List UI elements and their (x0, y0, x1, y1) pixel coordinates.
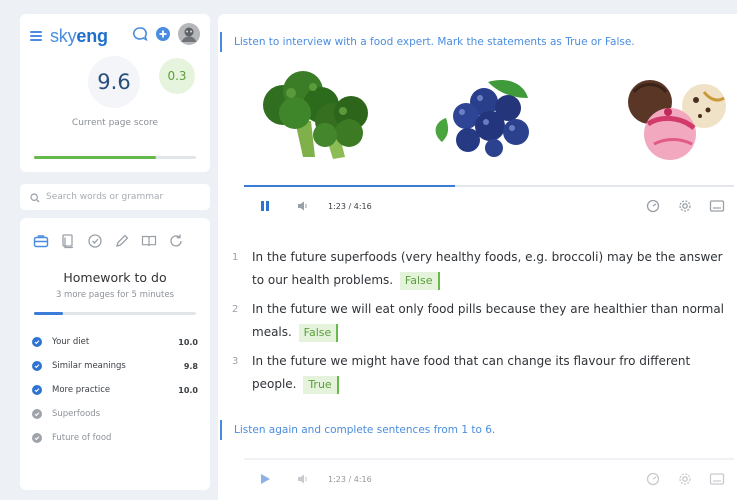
exercise-panel: Listen to interview with a food expert. … (218, 14, 737, 500)
statement-item: 1 In the future superfoods (very healthy… (232, 246, 732, 292)
score-delta-badge: 0.3 (159, 58, 195, 94)
lesson-score: 9.8 (183, 361, 198, 371)
homework-subtitle: 3 more pages for 5 minutes (55, 290, 175, 300)
check-icon (32, 433, 42, 443)
answer-field[interactable]: False (298, 324, 339, 342)
chat-icon[interactable] (132, 26, 148, 46)
lesson-item[interactable]: Your diet 10.0 (32, 330, 198, 354)
pause-icon[interactable] (254, 195, 276, 217)
homework-card: Homework to do 3 more pages for 5 minute… (20, 218, 210, 490)
lesson-name: More practice (52, 385, 111, 395)
homework-progress-fill (34, 312, 64, 315)
audio-player-1: 1:23 / 4:16 (244, 185, 734, 225)
avatar[interactable] (178, 23, 200, 49)
book-icon[interactable] (140, 232, 158, 250)
pencil-icon[interactable] (113, 232, 131, 250)
search-box (20, 184, 210, 210)
score-label: Current page score (71, 118, 159, 128)
lesson-name: Superfoods (52, 409, 101, 419)
instruction-1-text: Listen to interview with a food expert. … (234, 36, 635, 48)
check-icon (32, 361, 42, 371)
add-icon[interactable] (155, 26, 171, 46)
search-input[interactable] (46, 192, 196, 202)
instruction-2-text: Listen again and complete sentences from… (234, 424, 496, 436)
gear-icon[interactable] (674, 195, 696, 217)
speed-icon[interactable] (642, 468, 664, 490)
refresh-icon[interactable] (167, 232, 185, 250)
lesson-name: Future of food (52, 433, 112, 443)
statement-number: 2 (232, 304, 239, 315)
score-delta-value: 0.3 (167, 69, 187, 83)
statement-text: In the future superfoods (very healthy f… (252, 250, 723, 287)
statement-item: 3 In the future we might have food that … (232, 350, 732, 396)
lesson-list: Your diet 10.0 Similar meanings 9.8 More… (20, 330, 210, 450)
score-card: skyeng 9.6 0.3 Current page score (20, 14, 210, 172)
brand-part2: eng (76, 25, 108, 46)
instruction-2: Listen again and complete sentences from… (220, 420, 495, 440)
lesson-item[interactable]: Future of food (32, 426, 198, 450)
check-icon (32, 409, 42, 419)
statement-list: 1 In the future superfoods (very healthy… (232, 246, 732, 402)
lesson-name: Similar meanings (52, 361, 126, 371)
brand-logo[interactable]: skyeng (50, 26, 108, 47)
score-progress-fill (34, 156, 156, 159)
check-icon (32, 337, 42, 347)
homework-toolbar (20, 218, 210, 256)
lesson-item[interactable]: More practice 10.0 (32, 378, 198, 402)
score-progress (34, 156, 196, 159)
statement-number: 1 (232, 252, 239, 263)
pages-icon[interactable] (59, 232, 77, 250)
gear-icon[interactable] (674, 468, 696, 490)
answer-field[interactable]: False (399, 272, 440, 290)
check-icon (32, 385, 42, 395)
brand-row: skyeng (20, 14, 210, 48)
volume-icon[interactable] (292, 468, 314, 490)
audio-progress-1[interactable] (244, 185, 455, 187)
page-score: 9.6 (88, 56, 140, 108)
blueberries-image (428, 76, 548, 162)
lesson-item[interactable]: Similar meanings 9.8 (32, 354, 198, 378)
lesson-name: Your diet (52, 337, 90, 347)
answer-field[interactable]: True (303, 376, 339, 394)
volume-icon[interactable] (292, 195, 314, 217)
homework-title: Homework to do (63, 270, 167, 285)
badge-icon[interactable] (86, 232, 104, 250)
brand-part1: sky (50, 25, 77, 46)
speed-icon[interactable] (642, 195, 664, 217)
subtitles-icon[interactable] (706, 195, 728, 217)
menu-icon[interactable] (30, 31, 44, 41)
audio-time-2: 1:23 / 4:16 (328, 474, 372, 484)
subtitles-icon[interactable] (706, 468, 728, 490)
lesson-item[interactable]: Superfoods (32, 402, 198, 426)
audio-time-1: 1:23 / 4:16 (328, 201, 372, 211)
broccoli-image (253, 69, 373, 165)
play-icon[interactable] (254, 468, 276, 490)
instruction-1: Listen to interview with a food expert. … (220, 32, 635, 52)
briefcase-icon[interactable] (32, 232, 50, 250)
score-area: 9.6 0.3 Current page score (20, 48, 210, 140)
statement-number: 3 (232, 356, 239, 367)
lesson-score: 10.0 (178, 385, 198, 395)
homework-progress (34, 312, 196, 315)
search-icon (30, 188, 40, 207)
audio-player-2: 1:23 / 4:16 (244, 458, 734, 498)
lesson-score: 10.0 (178, 337, 198, 347)
ice-cream-image (608, 72, 734, 168)
statement-item: 2 In the future we will eat only food pi… (232, 298, 732, 344)
